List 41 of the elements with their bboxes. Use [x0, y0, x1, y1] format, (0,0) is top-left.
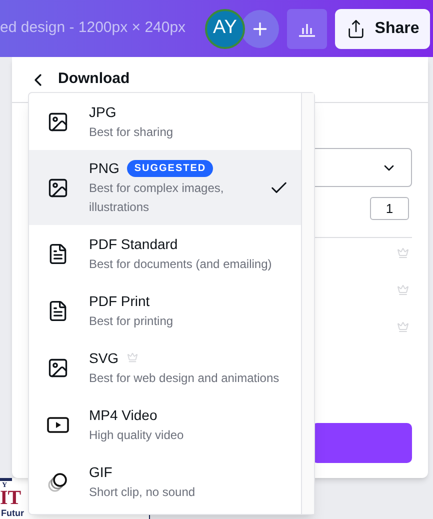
canvas-text: IT: [0, 489, 22, 508]
format-option[interactable]: JPG Best for sharing: [29, 93, 301, 150]
format-option[interactable]: PDF Print Best for printing: [29, 282, 301, 339]
format-option[interactable]: GIF Short clip, no sound: [29, 453, 301, 510]
insights-button[interactable]: [287, 8, 327, 48]
panel-title: Download: [58, 69, 130, 90]
format-name: MP4 Video: [89, 406, 158, 424]
suggested-badge: SUGGESTED: [127, 160, 214, 176]
download-button[interactable]: [312, 423, 412, 463]
image-icon: [47, 110, 69, 132]
format-description: Best for documents (and emailing): [89, 256, 273, 272]
format-description: Short clip, no sound: [89, 484, 196, 500]
format-option[interactable]: PNG SUGGESTED Best for complex images, illustrations: [29, 150, 301, 225]
canvas-text: Futur: [1, 508, 24, 518]
format-name: PDF Print: [89, 292, 150, 310]
format-option[interactable]: MP4 Video High quality video: [29, 396, 301, 453]
image-icon: [47, 176, 69, 198]
add-button[interactable]: [241, 10, 279, 48]
document-icon: [47, 300, 69, 322]
format-description: Best for complex images, illustrations: [89, 180, 225, 216]
format-option[interactable]: PDF Standard Best for documents (and emailing): [29, 225, 301, 282]
format-description: Best for printing: [89, 312, 174, 330]
format-name: JPG: [89, 102, 116, 122]
share-icon: [346, 18, 366, 38]
scrollbar[interactable]: [301, 93, 314, 514]
format-name: PNG: [89, 159, 120, 178]
format-option[interactable]: SVG Best for web design and animations: [29, 339, 301, 396]
avatar[interactable]: AY: [205, 8, 245, 48]
format-name: GIF: [89, 462, 112, 482]
format-name: PDF Standard: [89, 234, 178, 254]
image-icon: [47, 356, 69, 378]
share-button[interactable]: Share: [335, 8, 430, 48]
format-description: High quality video: [89, 426, 185, 444]
document-icon: [47, 242, 69, 264]
layered-circles-icon: [47, 470, 69, 492]
format-description: Best for web design and animations: [89, 370, 280, 386]
format-description: Best for sharing: [89, 124, 174, 140]
design-title: ed design - 1200px × 240px: [0, 18, 187, 38]
format-name: SVG: [89, 348, 119, 368]
video-icon: [47, 416, 69, 434]
quantity-field[interactable]: 1: [370, 197, 409, 220]
